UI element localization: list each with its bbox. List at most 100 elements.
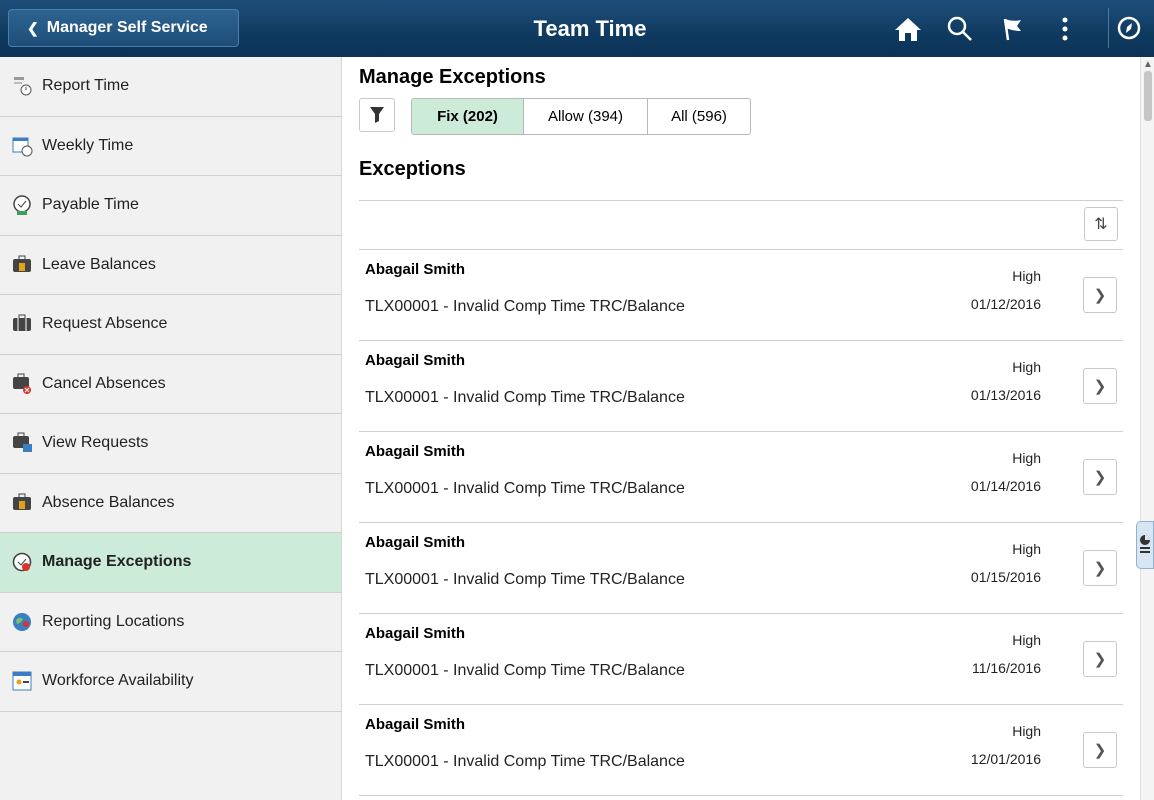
sidebar-item-label: Report Time [42, 77, 130, 95]
list-item[interactable]: Abagail Smith TLX00001 - Invalid Comp Ti… [359, 341, 1123, 432]
list-item[interactable]: Abagail Smith TLX00001 - Invalid Comp Ti… [359, 432, 1123, 523]
scrollbar-thumb[interactable] [1144, 71, 1152, 121]
row-details-button[interactable]: ❯ [1083, 459, 1117, 495]
sidebar-item-view-requests[interactable]: View Requests [0, 414, 341, 474]
back-button[interactable]: ❮ Manager Self Service [8, 9, 239, 47]
exception-date: 01/12/2016 [970, 296, 1041, 312]
row-details-button[interactable]: ❯ [1083, 277, 1117, 313]
report-time-icon [10, 74, 34, 98]
sidebar-item-label: Request Absence [42, 315, 168, 333]
list-toolbar: ⇅ [359, 200, 1123, 250]
sidebar-item-label: Cancel Absences [42, 374, 166, 392]
back-button-label: Manager Self Service [46, 19, 208, 36]
more-icon[interactable] [1050, 14, 1080, 44]
sidebar-item-payable-time[interactable]: Payable Time [0, 176, 341, 236]
exception-date: 01/14/2016 [970, 478, 1041, 494]
list-item[interactable]: Abagail Smith TLX00001 - Invalid Comp Ti… [359, 250, 1123, 341]
main-content: Manage Exceptions Fix (202) Allow (394) … [342, 57, 1140, 800]
exception-description: TLX00001 - Invalid Comp Time TRC/Balance [365, 389, 685, 406]
home-icon[interactable] [893, 14, 923, 44]
main-scrollbar[interactable]: ▲ [1140, 57, 1154, 800]
severity-label: High [1012, 723, 1041, 739]
weekly-time-icon [10, 134, 34, 158]
employee-name: Abagail Smith [365, 716, 466, 733]
employee-name: Abagail Smith [365, 443, 466, 460]
sort-button[interactable]: ⇅ [1084, 207, 1118, 241]
sidebar: Report Time Weekly Time Payable Time Lea… [0, 57, 342, 800]
chevron-right-icon: ❯ [1093, 469, 1107, 486]
sidebar-item-cancel-absences[interactable]: Cancel Absences [0, 355, 341, 414]
severity-label: High [1012, 632, 1041, 648]
sidebar-item-reporting-locations[interactable]: Reporting Locations [0, 593, 341, 652]
chevron-right-icon: ❯ [1093, 378, 1107, 395]
sidebar-item-label: Weekly Time [42, 136, 134, 154]
sidebar-item-label: Absence Balances [42, 493, 175, 511]
chevron-right-icon: ❯ [1093, 742, 1107, 759]
sidebar-item-label: Reporting Locations [42, 612, 185, 630]
exception-date: 11/16/2016 [971, 660, 1041, 676]
chevron-right-icon: ❯ [1093, 560, 1107, 577]
request-absence-icon [10, 312, 34, 336]
sidebar-item-label: Manage Exceptions [42, 553, 192, 571]
main-title: Manage Exceptions [359, 66, 546, 88]
sidebar-item-label: Workforce Availability [42, 672, 194, 690]
tab-fix[interactable]: Fix (202) [412, 99, 524, 134]
sidebar-item-report-time[interactable]: Report Time [0, 57, 341, 117]
exception-description: TLX00001 - Invalid Comp Time TRC/Balance [365, 753, 685, 770]
sort-icon: ⇅ [1094, 216, 1108, 233]
sidebar-item-label: View Requests [42, 434, 149, 452]
related-content-icon [1140, 535, 1150, 553]
exception-date: 12/01/2016 [970, 751, 1041, 767]
payable-time-icon [10, 193, 34, 217]
page-title: Team Time [533, 16, 647, 41]
list-item[interactable]: Abagail Smith TLX00001 - Invalid Comp Ti… [359, 614, 1123, 705]
navbar-button[interactable] [1108, 8, 1148, 48]
workforce-availability-icon [10, 669, 34, 693]
scroll-up-arrow-icon[interactable]: ▲ [1141, 59, 1154, 70]
exception-date: 01/13/2016 [970, 387, 1041, 403]
reporting-locations-icon [10, 610, 34, 634]
employee-name: Abagail Smith [365, 625, 466, 642]
section-title: Exceptions [359, 158, 466, 180]
list-item[interactable]: Abagail Smith TLX00001 - Invalid Comp Ti… [359, 523, 1123, 614]
sidebar-item-workforce-availability[interactable]: Workforce Availability [0, 652, 341, 712]
chevron-right-icon: ❯ [1093, 287, 1107, 304]
list-item[interactable]: Abagail Smith TLX00001 - Invalid Comp Ti… [359, 705, 1123, 796]
absence-balances-icon [10, 491, 34, 515]
exception-description: TLX00001 - Invalid Comp Time TRC/Balance [365, 571, 685, 588]
employee-name: Abagail Smith [365, 534, 466, 551]
sidebar-item-manage-exceptions[interactable]: Manage Exceptions [0, 533, 341, 593]
chevron-left-icon: ❮ [27, 19, 39, 36]
sidebar-item-label: Leave Balances [42, 255, 156, 273]
exception-description: TLX00001 - Invalid Comp Time TRC/Balance [365, 480, 685, 497]
manage-exceptions-icon [10, 550, 34, 574]
related-content-tab[interactable] [1136, 521, 1154, 569]
severity-label: High [1012, 541, 1041, 557]
sidebar-item-absence-balances[interactable]: Absence Balances [0, 474, 341, 533]
exception-date: 01/15/2016 [970, 569, 1041, 585]
search-icon[interactable] [945, 14, 975, 44]
exception-filter-tabs: Fix (202) Allow (394) All (596) [411, 98, 751, 135]
tab-all[interactable]: All (596) [648, 99, 750, 134]
tab-allow[interactable]: Allow (394) [524, 99, 648, 134]
navbar-icon [1117, 16, 1140, 40]
cancel-absences-icon [10, 372, 34, 396]
sidebar-item-request-absence[interactable]: Request Absence [0, 295, 341, 355]
app-header: ❮ Manager Self Service Team Time [0, 0, 1154, 57]
exceptions-list: Abagail Smith TLX00001 - Invalid Comp Ti… [359, 250, 1123, 796]
row-details-button[interactable]: ❯ [1083, 368, 1117, 404]
sidebar-item-label: Payable Time [42, 196, 139, 214]
sidebar-item-leave-balances[interactable]: Leave Balances [0, 236, 341, 295]
sidebar-item-weekly-time[interactable]: Weekly Time [0, 117, 341, 176]
severity-label: High [1012, 268, 1041, 284]
severity-label: High [1012, 359, 1041, 375]
row-details-button[interactable]: ❯ [1083, 550, 1117, 586]
employee-name: Abagail Smith [365, 261, 466, 278]
row-details-button[interactable]: ❯ [1083, 641, 1117, 677]
flag-icon[interactable] [998, 14, 1028, 44]
filter-button[interactable] [359, 98, 395, 132]
chevron-right-icon: ❯ [1093, 651, 1107, 668]
employee-name: Abagail Smith [365, 352, 466, 369]
row-details-button[interactable]: ❯ [1083, 732, 1117, 768]
leave-balances-icon [10, 253, 34, 277]
